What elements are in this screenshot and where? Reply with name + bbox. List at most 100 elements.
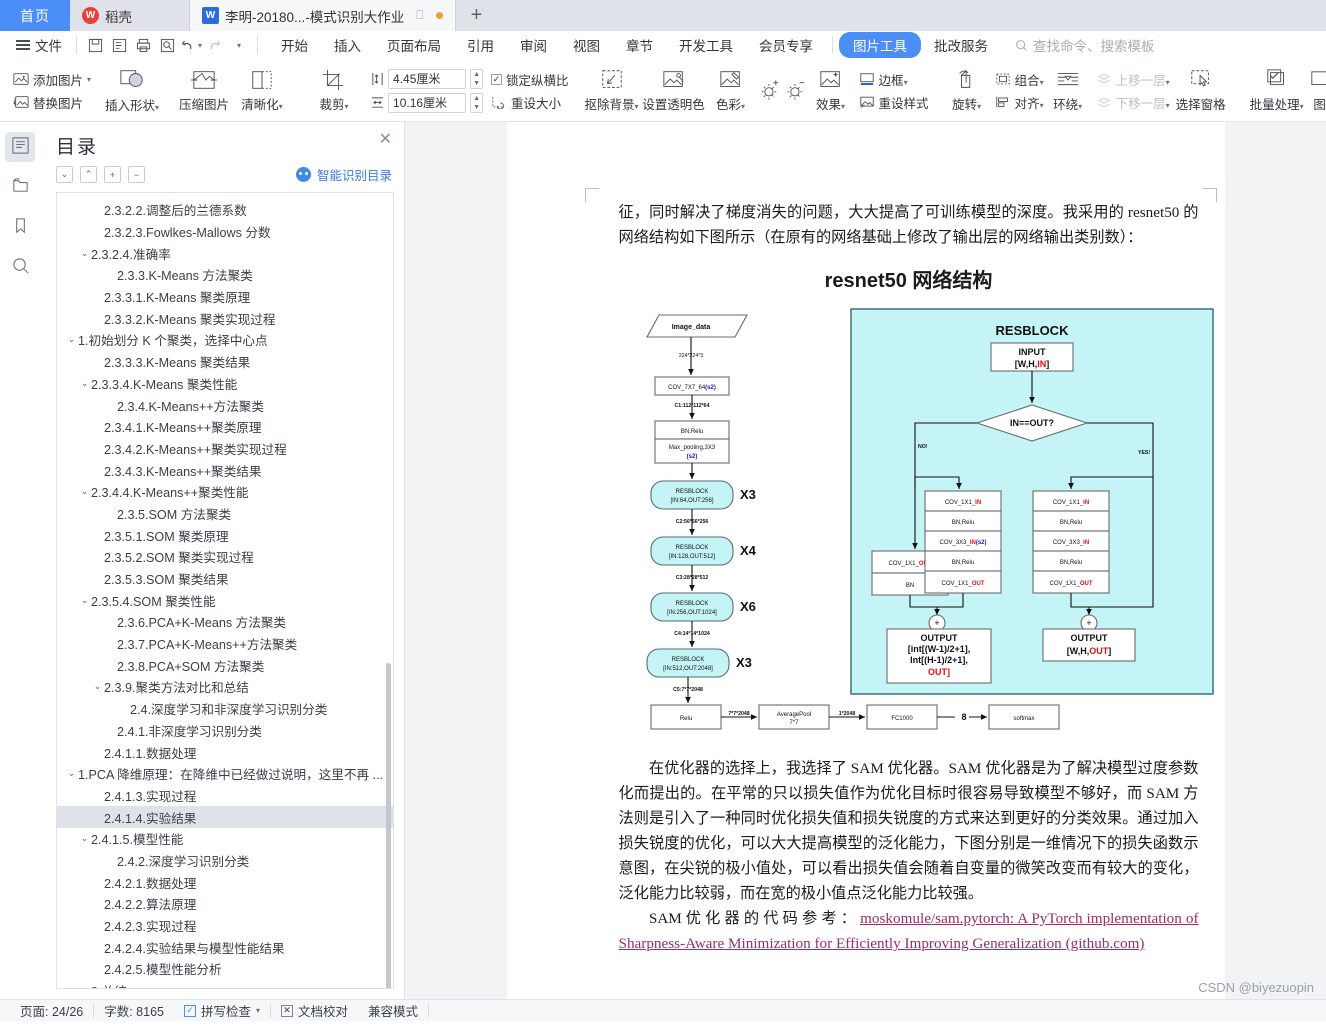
- send-backward-button[interactable]: 下移一层▾: [1096, 93, 1170, 112]
- new-tab-button[interactable]: +: [455, 0, 498, 31]
- toc-item[interactable]: 2.3.6.PCA+K-Means 方法聚类: [57, 611, 393, 633]
- rotate-button[interactable]: 旋转▾: [943, 68, 991, 113]
- toc-item[interactable]: 2.3.5.3.SOM 聚类结果: [57, 568, 393, 590]
- collapse-down-button[interactable]: ⌄: [56, 166, 73, 183]
- resnet50-architecture-figure[interactable]: #fig-svg text { font-family:"Liberation …: [619, 307, 1214, 750]
- toc-item[interactable]: 2.3.8.PCA+SOM 方法聚类: [57, 654, 393, 676]
- document-area[interactable]: 征，同时解决了梯度消失的问题，大大提高了可训练模型的深度。我采用的 resnet…: [405, 122, 1326, 999]
- expand-all-button[interactable]: +: [104, 166, 121, 183]
- menu-item-dev-tools[interactable]: 开发工具: [666, 32, 746, 58]
- wrap-text-button[interactable]: 环绕▾: [1044, 68, 1092, 113]
- menu-item-view[interactable]: 视图: [560, 32, 613, 58]
- remove-background-button[interactable]: 抠除背景▾: [583, 68, 641, 113]
- home-tab[interactable]: 首页: [0, 0, 70, 31]
- toc-scrollbar[interactable]: [386, 663, 391, 988]
- toc-item[interactable]: 2.4.2.深度学习识别分类: [57, 850, 393, 872]
- toc-item[interactable]: 2.4.1.1.数据处理: [57, 741, 393, 763]
- toc-item[interactable]: 2.4.深度学习和非深度学习识别分类: [57, 698, 393, 720]
- page-indicator[interactable]: 页面: 24/26: [10, 1001, 93, 1020]
- reset-style-button[interactable]: 重设样式: [859, 93, 929, 112]
- batch-process-button[interactable]: 批量处理▾: [1246, 68, 1308, 113]
- chevron-down-icon[interactable]: ⌄: [78, 378, 91, 389]
- print-preview-icon[interactable]: [155, 34, 179, 56]
- chevron-down-icon[interactable]: ⌄: [65, 334, 78, 345]
- rail-search-button[interactable]: [5, 252, 35, 282]
- menu-item-start[interactable]: 开始: [268, 32, 321, 58]
- picture-height-control[interactable]: 4.45厘米 ▲ ▼: [371, 68, 484, 89]
- toc-item[interactable]: 2.3.4.2.K-Means++聚类实现过程: [57, 438, 393, 460]
- menu-item-review[interactable]: 审阅: [507, 32, 560, 58]
- brightness-up-button[interactable]: [755, 79, 781, 103]
- toc-item[interactable]: 2.3.4.K-Means++方法聚类: [57, 394, 393, 416]
- sharpen-button[interactable]: 清晰化▾: [233, 68, 291, 113]
- close-icon[interactable]: ✕: [379, 132, 392, 148]
- toc-item[interactable]: 2.4.2.4.实验结果与模型性能结果: [57, 936, 393, 958]
- toc-item[interactable]: 2.3.2.2.调整后的兰德系数: [57, 199, 393, 221]
- spellcheck-button[interactable]: ✓ 拼写检查 ▾: [174, 1001, 270, 1020]
- picture-height-input[interactable]: 4.45厘米: [388, 68, 467, 89]
- toc-item[interactable]: 2.3.3.K-Means 方法聚类: [57, 264, 393, 286]
- toc-item[interactable]: 2.3.3.1.K-Means 聚类原理: [57, 286, 393, 308]
- toc-item[interactable]: ⌄ 2.3.9.聚类方法对比和总结: [57, 676, 393, 698]
- toc-item[interactable]: 2.4.2.2.算法原理: [57, 893, 393, 915]
- toc-item[interactable]: ⌄ 1.初始划分 K 个聚类，选择中心点: [57, 329, 393, 351]
- toc-item[interactable]: 2.3.7.PCA+K-Means++方法聚类: [57, 633, 393, 655]
- add-picture-button[interactable]: 添加图片 ▾: [13, 70, 91, 89]
- align-button[interactable]: 对齐▾: [995, 93, 1044, 112]
- toc-item[interactable]: ⌄ 2.3.2.4.准确率: [57, 242, 393, 264]
- menu-item-picture-tools[interactable]: 图片工具: [839, 32, 921, 58]
- rail-bookmark-button[interactable]: [5, 212, 35, 242]
- border-button[interactable]: 边框▾: [859, 70, 929, 89]
- bring-forward-button[interactable]: 上移一层▾: [1096, 70, 1170, 89]
- redo-icon[interactable]: [203, 34, 227, 56]
- compress-picture-button[interactable]: 压缩图片: [175, 68, 233, 113]
- menu-item-member[interactable]: 会员专享: [746, 32, 826, 58]
- chevron-down-icon[interactable]: ⌄: [91, 681, 104, 692]
- file-menu-button[interactable]: 文件: [8, 35, 70, 55]
- picture-width-input[interactable]: 10.16厘米: [388, 92, 467, 113]
- effects-button[interactable]: 效果▾: [807, 68, 855, 113]
- print-icon[interactable]: [131, 34, 155, 56]
- chevron-down-icon[interactable]: ⌄: [78, 833, 91, 844]
- toc-item[interactable]: 2.4.1.3.实现过程: [57, 785, 393, 807]
- toc-item[interactable]: ⌄ 1.PCA 降维原理：在降维中已经做过说明，这里不再 ...: [57, 763, 393, 785]
- toc-item[interactable]: 2.3.2.3.Fowlkes-Mallows 分数: [57, 221, 393, 243]
- toc-item[interactable]: 2.3.4.1.K-Means++聚类原理: [57, 416, 393, 438]
- toc-item[interactable]: 2.3.5.SOM 方法聚类: [57, 503, 393, 525]
- word-count[interactable]: 字数: 8165: [94, 1001, 174, 1020]
- toc-item[interactable]: 2.4.2.3.实现过程: [57, 915, 393, 937]
- toc-item[interactable]: ⌄ 2.3.3.4.K-Means 聚类性能: [57, 373, 393, 395]
- rail-outline-button[interactable]: [5, 132, 35, 162]
- menu-item-page-layout[interactable]: 页面布局: [374, 32, 454, 58]
- toc-item[interactable]: 2.4.1.4.实验结果: [57, 806, 393, 828]
- proofread-button[interactable]: ✕ 文档校对: [271, 1001, 358, 1020]
- picture-button[interactable]: 图: [1308, 68, 1326, 113]
- toc-item[interactable]: 2.4.2.5.模型性能分析: [57, 958, 393, 980]
- toc-item[interactable]: 2.3.4.3.K-Means++聚类结果: [57, 459, 393, 481]
- selection-pane-button[interactable]: 选择窗格: [1170, 68, 1232, 113]
- command-search[interactable]: 查找命令、搜索模板: [1015, 35, 1155, 55]
- reset-size-button[interactable]: 重设大小: [491, 93, 569, 112]
- toc-item[interactable]: 2.3.5.2.SOM 聚类实现过程: [57, 546, 393, 568]
- collapse-up-button[interactable]: ⌃: [80, 166, 97, 183]
- color-button[interactable]: 色彩▾: [707, 68, 755, 113]
- menu-item-section[interactable]: 章节: [613, 32, 666, 58]
- smart-toc-button[interactable]: 智能识别目录: [295, 165, 392, 184]
- toc-item[interactable]: 3.总结: [57, 980, 393, 988]
- toc-item[interactable]: ⌄ 2.3.5.4.SOM 聚类性能: [57, 589, 393, 611]
- toc-item[interactable]: ⌄ 2.3.4.4.K-Means++聚类性能: [57, 481, 393, 503]
- screen-share-icon[interactable]: ⎕: [416, 8, 423, 23]
- toc-item[interactable]: 2.3.3.3.K-Means 聚类结果: [57, 351, 393, 373]
- chevron-down-icon[interactable]: ⌄: [78, 248, 91, 259]
- chevron-down-icon[interactable]: ▾: [87, 75, 91, 84]
- lock-aspect-ratio-checkbox[interactable]: ✓ 锁定纵横比: [491, 70, 569, 89]
- set-transparent-color-button[interactable]: 设置透明色: [641, 68, 707, 113]
- crop-button[interactable]: 裁剪▾: [305, 68, 363, 113]
- toc-item[interactable]: 2.3.5.1.SOM 聚类原理: [57, 524, 393, 546]
- group-button[interactable]: 组合▾: [995, 70, 1044, 89]
- toc-item[interactable]: 2.3.3.2.K-Means 聚类实现过程: [57, 307, 393, 329]
- replace-picture-button[interactable]: 替换图片: [13, 93, 91, 112]
- collapse-all-button[interactable]: −: [128, 166, 145, 183]
- rail-thumbnail-button[interactable]: [5, 172, 35, 202]
- height-stepper[interactable]: ▲ ▼: [470, 68, 484, 89]
